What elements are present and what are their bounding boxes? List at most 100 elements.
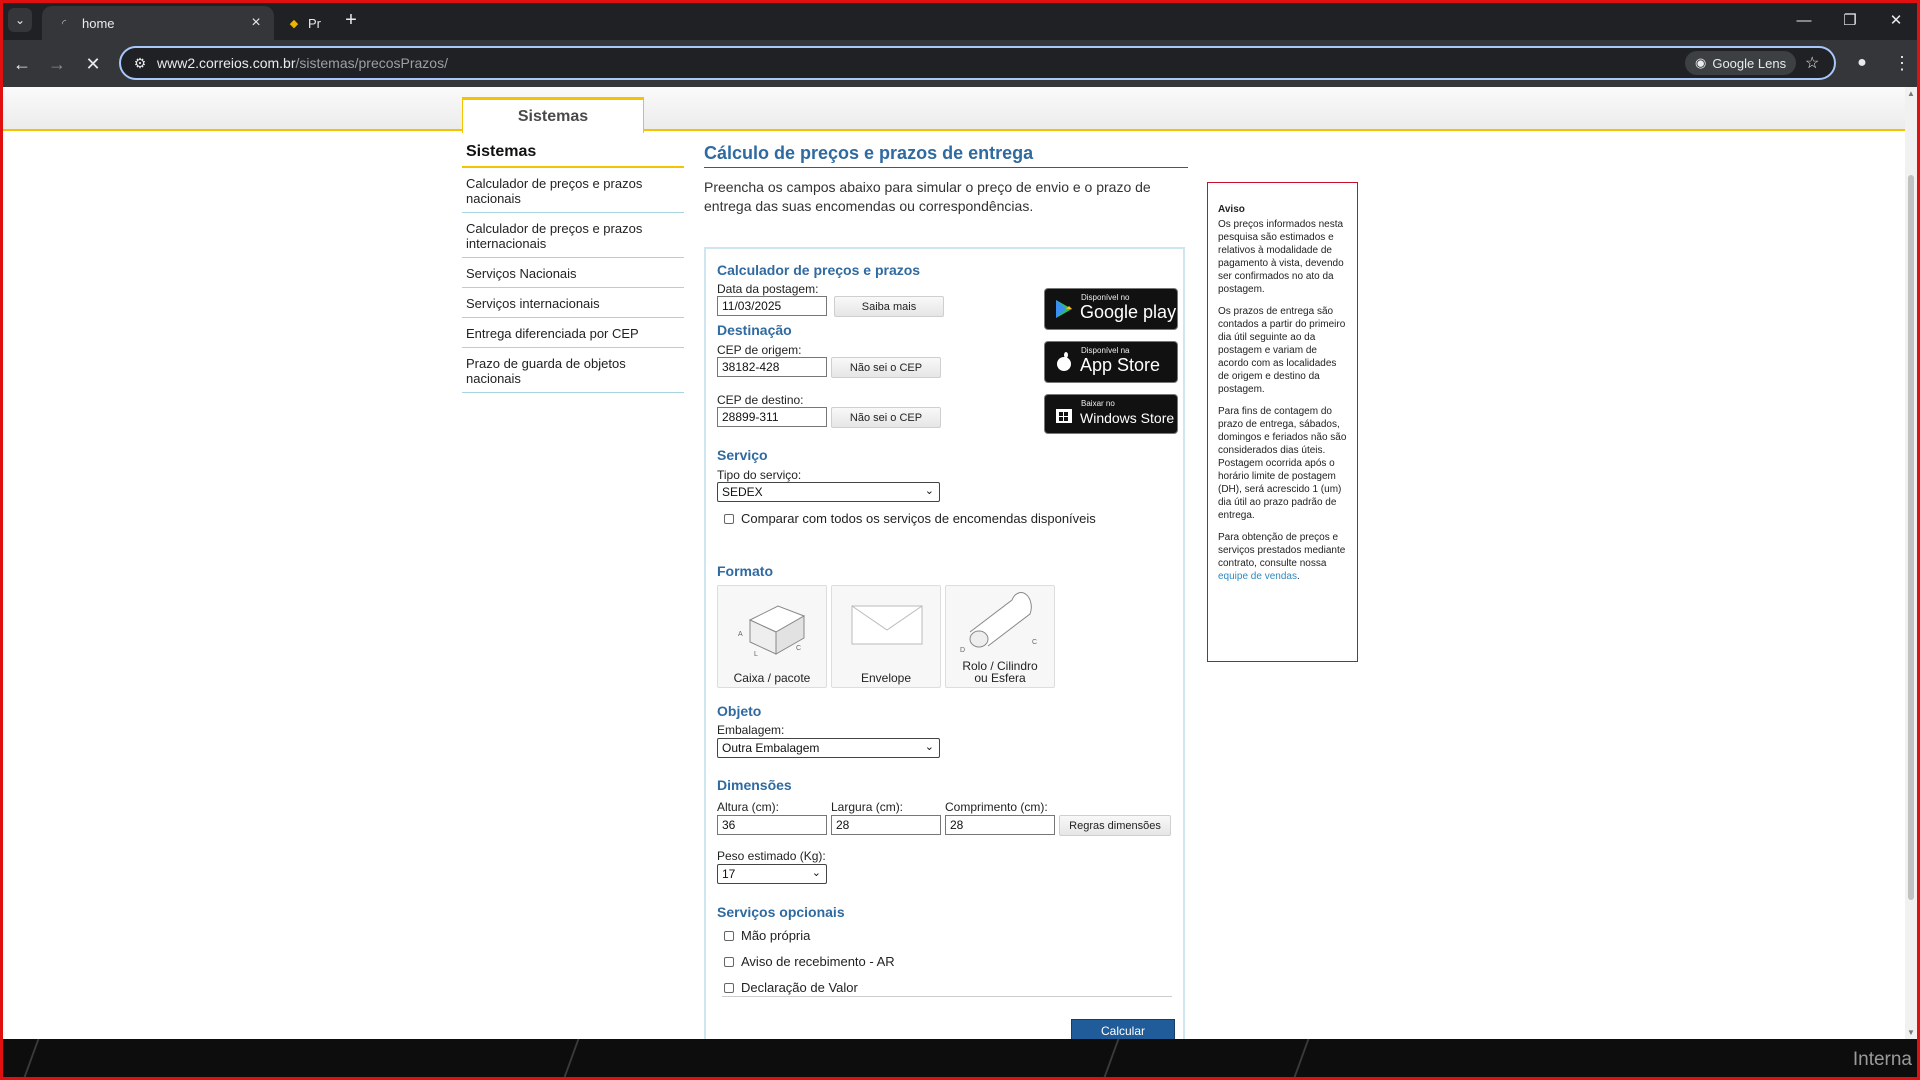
svg-text:L: L	[754, 651, 758, 658]
embalagem-select[interactable]: Outra Embalagem ⌄	[717, 738, 940, 758]
page-viewport: Sistemas Sistemas Calculador de preços e…	[3, 87, 1905, 1039]
back-icon[interactable]: ←	[8, 50, 36, 78]
page-scrollbar[interactable]: ▲ ▼	[1905, 87, 1917, 1039]
mao-propria-checkbox[interactable]: Mão própria	[724, 928, 810, 943]
sidebar-item-prazo-guarda[interactable]: Prazo de guarda de objetos nacionais	[462, 348, 684, 393]
tab-home[interactable]: ◜ home ×	[42, 6, 274, 40]
stop-loading-icon[interactable]: ✕	[79, 50, 107, 78]
chevron-down-icon: ⌄	[924, 485, 934, 497]
close-window-icon[interactable]: ✕	[1873, 0, 1919, 40]
servicos-opcionais-header: Serviços opcionais	[717, 904, 845, 920]
svg-text:C: C	[796, 645, 801, 652]
formato-rolo-option[interactable]: D C Rolo / Cilindro ou Esfera	[945, 585, 1055, 688]
formato-envelope-option[interactable]: Envelope	[831, 585, 941, 688]
windows-store-icon	[1056, 409, 1072, 423]
tab-sistemas[interactable]: Sistemas	[462, 97, 644, 133]
calculator-header: Calculador de preços e prazos	[717, 262, 921, 278]
aviso-recebimento-checkbox[interactable]: Aviso de recebimento - AR	[724, 954, 895, 969]
tipo-servico-label: Tipo do serviço:	[717, 468, 802, 482]
restore-icon[interactable]: ❐	[1827, 0, 1873, 40]
cep-origem-label: CEP de origem:	[717, 343, 802, 357]
tab-pr[interactable]: ◆ Pr	[280, 6, 326, 40]
sidebar-item-entrega-diferenciada[interactable]: Entrega diferenciada por CEP	[462, 318, 684, 348]
formato-caixa-option[interactable]: A L C Caixa / pacote	[717, 585, 827, 688]
minimize-icon[interactable]: —	[1781, 0, 1827, 40]
google-lens-button[interactable]: ◉ Google Lens	[1685, 51, 1797, 75]
peso-select[interactable]: 17 ⌄	[717, 864, 827, 884]
chevron-down-icon: ⌄	[811, 867, 821, 879]
checkbox-box[interactable]	[724, 982, 734, 993]
largura-label: Largura (cm):	[831, 800, 904, 814]
cep-destino-label: CEP de destino:	[717, 393, 804, 407]
svg-text:D: D	[960, 647, 965, 652]
wallpaper-streak	[562, 1039, 580, 1080]
taskbar: Interna	[0, 1039, 1920, 1080]
declaracao-valor-checkbox[interactable]: Declaração de Valor	[724, 980, 858, 995]
scrollbar-thumb[interactable]	[1908, 175, 1914, 900]
largura-input[interactable]: 28	[831, 815, 941, 835]
scroll-up-icon[interactable]: ▲	[1907, 89, 1915, 98]
tab-title: Pr	[308, 15, 321, 31]
saiba-mais-button[interactable]: Saiba mais	[834, 296, 944, 317]
page-title: Cálculo de preços e prazos de entrega	[704, 137, 1188, 168]
chevron-down-icon: ⌄	[924, 741, 934, 753]
comparar-checkbox[interactable]: Comparar com todos os serviços de encome…	[724, 511, 1096, 526]
favicon-icon: ◆	[289, 17, 299, 30]
svg-text:C: C	[1032, 639, 1037, 646]
new-tab-icon[interactable]: +	[340, 9, 362, 31]
close-tab-icon[interactable]: ×	[246, 13, 266, 33]
google-play-badge[interactable]: Disponível no Google play	[1044, 288, 1178, 330]
tab-search-icon[interactable]: ⌄	[8, 8, 32, 32]
scroll-down-icon[interactable]: ▼	[1907, 1028, 1915, 1037]
formato-rolo-label: Rolo / Cilindro ou Esfera	[962, 659, 1038, 685]
url-text[interactable]: www2.correios.com.br/sistemas/precosPraz…	[157, 55, 448, 71]
forward-icon[interactable]: →	[43, 50, 71, 78]
nao-sei-cep-destino-button[interactable]: Não sei o CEP	[831, 407, 941, 428]
calculator-form: Calculador de preços e prazos Data da po…	[704, 247, 1185, 1039]
comprimento-input[interactable]: 28	[945, 815, 1055, 835]
checkbox-box[interactable]	[724, 930, 734, 941]
altura-label: Altura (cm):	[717, 800, 780, 814]
servico-header: Serviço	[717, 447, 768, 463]
calcular-button[interactable]: Calcular	[1071, 1019, 1175, 1039]
wallpaper-streak	[1292, 1039, 1310, 1080]
loading-icon: ◜	[61, 17, 67, 30]
apple-icon	[1057, 352, 1071, 371]
aviso-box: Aviso Os preços informados nesta pesquis…	[1207, 182, 1358, 662]
bookmark-star-icon[interactable]: ☆	[1805, 53, 1819, 73]
sidebar-item-servicos-nacionais[interactable]: Serviços Nacionais	[462, 258, 684, 288]
checkbox-box[interactable]	[724, 956, 734, 967]
formato-header: Formato	[717, 563, 773, 579]
altura-input[interactable]: 36	[717, 815, 827, 835]
aviso-p2: Os prazos de entrega são contados a part…	[1218, 306, 1346, 395]
address-bar[interactable]: ⚙ www2.correios.com.br/sistemas/precosPr…	[119, 46, 1836, 80]
site-info-icon[interactable]: ⚙	[131, 54, 149, 72]
aviso-p3: Para fins de contagem do prazo de entreg…	[1218, 406, 1347, 521]
peso-label: Peso estimado (Kg):	[717, 849, 826, 863]
windows-store-badge[interactable]: Baixar no Windows Store	[1044, 394, 1178, 434]
cep-origem-input[interactable]: 38182-428	[717, 357, 827, 377]
app-store-badge[interactable]: Disponível na App Store	[1044, 341, 1178, 383]
box-icon: A L C	[738, 605, 806, 658]
sidebar-item-servicos-internacionais[interactable]: Serviços internacionais	[462, 288, 684, 318]
tipo-servico-select[interactable]: SEDEX ⌄	[717, 482, 940, 502]
regras-dimensoes-button[interactable]: Regras dimensões	[1059, 815, 1171, 836]
tab-bar: ⌄ ◜ home × ◆ Pr + — ❐ ✕	[0, 0, 1920, 40]
data-postagem-label: Data da postagem:	[717, 282, 819, 296]
equipe-vendas-link[interactable]: equipe de vendas	[1218, 571, 1297, 582]
cylinder-icon: D C	[960, 592, 1037, 652]
objeto-header: Objeto	[717, 703, 762, 719]
aviso-p1: Os preços informados nesta pesquisa são …	[1218, 219, 1344, 295]
lens-icon: ◉	[1695, 55, 1707, 70]
menu-kebab-icon[interactable]: ⋮	[1893, 50, 1911, 76]
sidebar-item-calc-nacional[interactable]: Calculador de preços e prazos nacionais	[462, 168, 684, 213]
data-postagem-input[interactable]: 11/03/2025	[717, 296, 827, 316]
sidebar-item-calc-internacional[interactable]: Calculador de preços e prazos internacio…	[462, 213, 684, 258]
nao-sei-cep-origem-button[interactable]: Não sei o CEP	[831, 357, 941, 378]
browser-toolbar: ← → ✕ ⚙ www2.correios.com.br/sistemas/pr…	[0, 40, 1920, 87]
wallpaper-streak	[22, 1039, 40, 1080]
checkbox-box[interactable]	[724, 513, 734, 524]
cep-destino-input[interactable]: 28899-311	[717, 407, 827, 427]
destinacao-header: Destinação	[717, 322, 792, 338]
profile-icon[interactable]: ●	[1849, 50, 1875, 76]
